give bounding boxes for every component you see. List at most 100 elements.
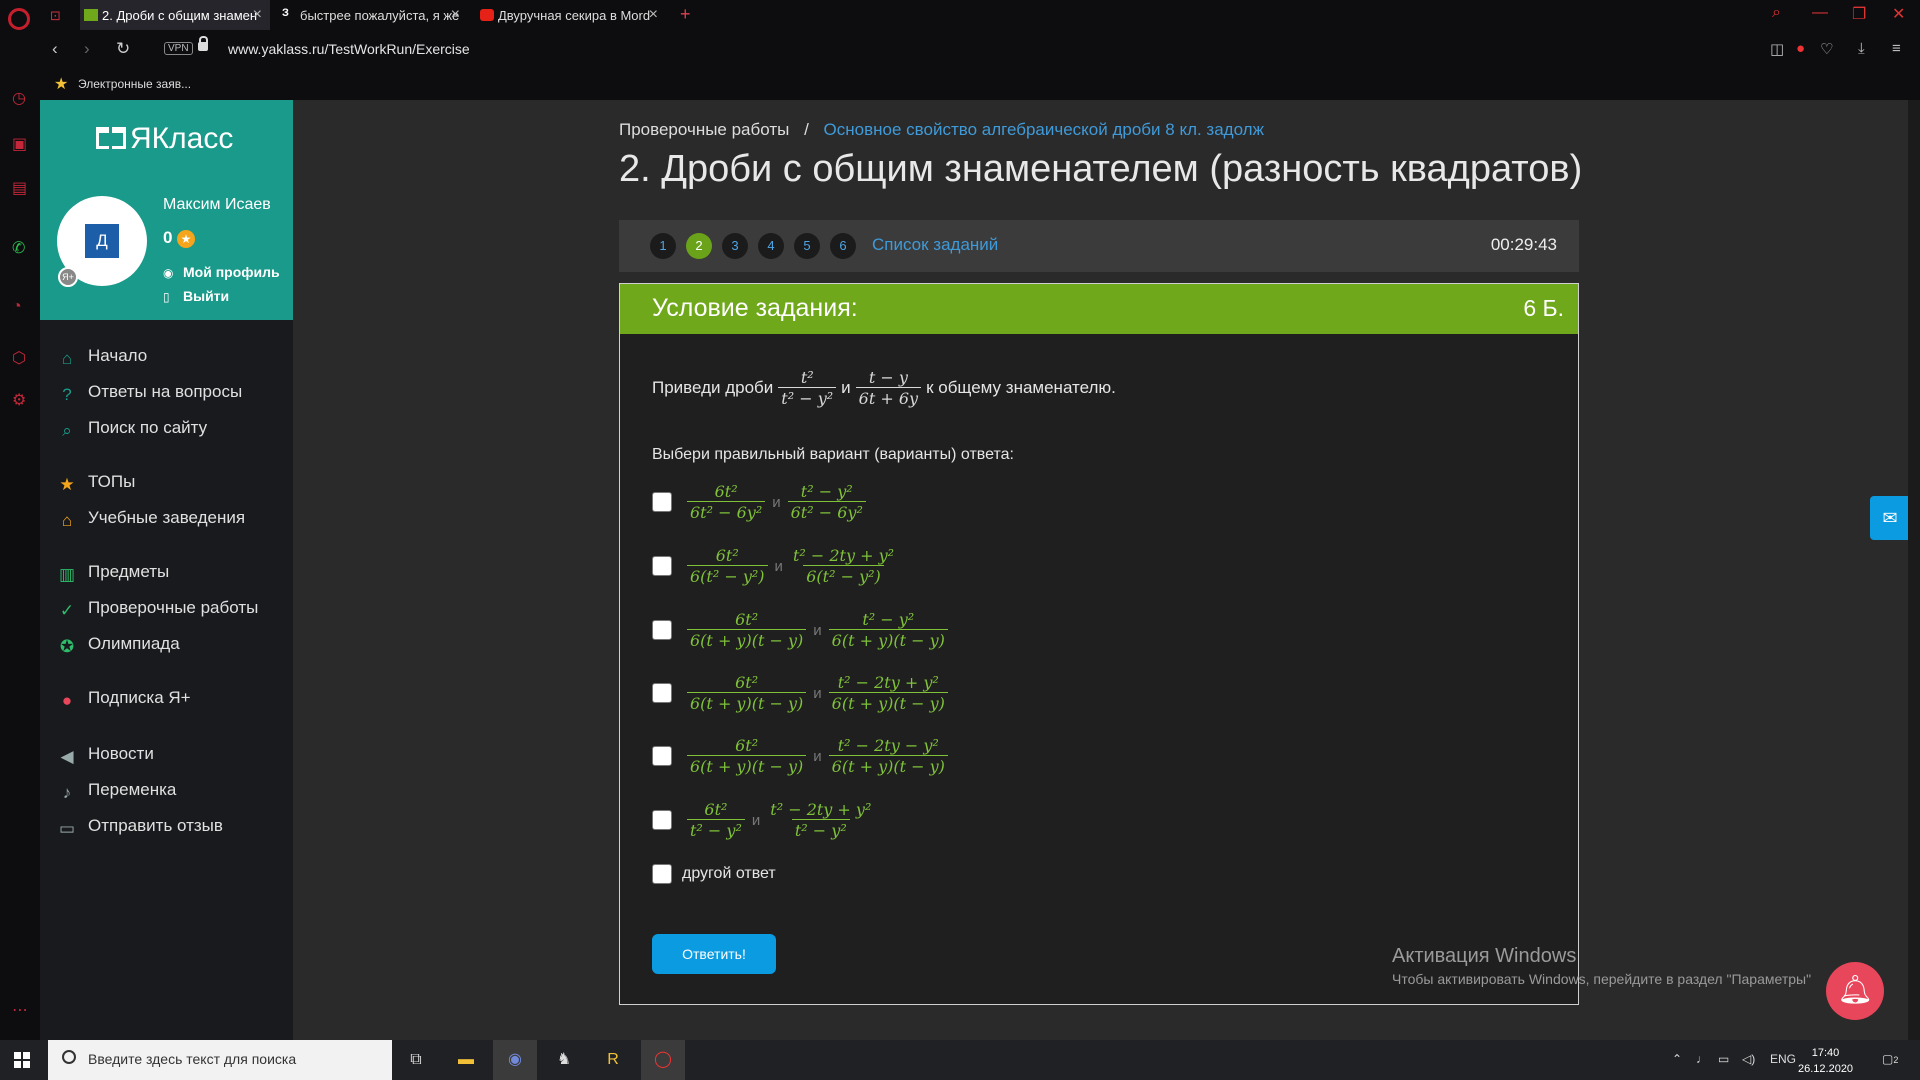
twitch-icon[interactable]: ▤ [12, 178, 27, 198]
language-indicator[interactable]: ENG [1770, 1052, 1796, 1066]
discord-icon[interactable]: ◉ [493, 1040, 537, 1080]
shield-icon[interactable]: ● [1796, 40, 1805, 57]
windows-start-icon[interactable] [14, 1052, 30, 1068]
question-number-6[interactable]: 6 [830, 233, 856, 259]
submit-answer-button[interactable]: Ответить! [652, 934, 776, 974]
opera-logo-icon[interactable] [8, 8, 30, 30]
my-profile-link[interactable]: ◉ Мой профиль [163, 264, 280, 280]
answer-option-other[interactable]: другой ответ [652, 864, 776, 884]
school-icon: ⌂ [61, 511, 73, 530]
nav-search[interactable]: ⌕ Поиск по сайту [56, 418, 207, 443]
option-checkbox[interactable] [652, 864, 672, 884]
download-icon[interactable]: ⤓ [1858, 40, 1865, 57]
tab-yaklass[interactable]: 2. Дроби с общим знамен × [80, 0, 270, 30]
nav-subjects[interactable]: ▥ Предметы [56, 562, 169, 587]
tab-znanija[interactable]: З быстрее пожалуйста, я же × [278, 0, 468, 30]
taskbar-search[interactable]: Введите здесь текст для поиска [48, 1040, 392, 1080]
lock-icon[interactable] [198, 36, 208, 51]
history-icon[interactable]: ◔ [12, 298, 22, 316]
extensions-icon[interactable]: ⬡ [12, 348, 26, 368]
snapshot-icon[interactable]: ◫ [1770, 40, 1784, 58]
fraction: 6t² 6(t + y)(t − y) [687, 610, 807, 650]
logout-link[interactable]: ▯ Выйти [163, 288, 229, 304]
nav-answers[interactable]: ? Ответы на вопросы [56, 382, 242, 407]
question-number-1[interactable]: 1 [650, 233, 676, 259]
taskbar: Введите здесь текст для поиска ⧉ ▬ ◉ ♞ R… [0, 1040, 1920, 1080]
more-icon[interactable]: ⋯ [12, 1000, 28, 1020]
file-explorer-icon[interactable]: ▬ [444, 1040, 488, 1080]
question-number-5[interactable]: 5 [794, 233, 820, 259]
network-icon[interactable]: ▭ [1718, 1052, 1729, 1066]
answer-option[interactable]: 6t² t² − y² и t² − 2ty + y² t² − y² [652, 800, 879, 840]
nav-news[interactable]: ◀ Новости [56, 744, 153, 769]
answer-option[interactable]: 6t² 6(t² − y²) и t² − 2ty + y² 6(t² − y²) [652, 546, 902, 586]
fraction: t² − 2ty − y² 6(t + y)(t − y) [828, 736, 948, 776]
bookmark-item[interactable]: Электронные заяв... [78, 77, 191, 91]
microphone-icon[interactable]: ♩ [1696, 1052, 1708, 1066]
question-number-3[interactable]: 3 [722, 233, 748, 259]
tab-youtube[interactable]: Двуручная секира в Mord × [476, 0, 666, 30]
tab-menu-icon[interactable]: ⊡ [50, 8, 61, 24]
close-icon[interactable]: × [451, 6, 460, 24]
volume-icon[interactable]: ◁) [1742, 1052, 1755, 1066]
reload-icon[interactable]: ↻ [116, 39, 130, 59]
heart-icon[interactable]: ♡ [1820, 40, 1833, 58]
nav-home[interactable]: ⌂ Начало [56, 346, 147, 371]
back-icon[interactable]: ‹ [52, 39, 58, 59]
option-checkbox[interactable] [652, 746, 672, 767]
nav-tests[interactable]: ✓ Проверочные работы [56, 598, 258, 623]
question-number-2[interactable]: 2 [686, 233, 712, 259]
whatsapp-icon[interactable]: ✆ [12, 238, 25, 258]
settings-icon[interactable]: ⚙ [12, 390, 26, 410]
nav-break[interactable]: ♪ Переменка [56, 780, 177, 805]
restore-icon[interactable]: ❐ [1852, 4, 1866, 24]
nav-olympiad[interactable]: ✪ Олимпиада [56, 634, 180, 659]
nav-feedback[interactable]: ▭ Отправить отзыв [56, 816, 223, 841]
vpn-badge[interactable]: VPN [164, 42, 193, 55]
option-checkbox[interactable] [652, 810, 672, 831]
option-checkbox[interactable] [652, 556, 672, 577]
minimize-icon[interactable]: — [1812, 4, 1828, 22]
clock[interactable]: 17:40 26.12.2020 [1798, 1045, 1853, 1077]
speed-dial-icon[interactable]: ◷ [12, 88, 26, 108]
notification-bell-icon[interactable]: 🔔︎ [1826, 962, 1884, 1020]
fraction: 6t² 6(t + y)(t − y) [687, 736, 807, 776]
task-view-icon[interactable]: ⧉ [394, 1040, 438, 1080]
notification-center-icon[interactable]: ▢2 [1882, 1052, 1898, 1066]
opera-taskbar-icon[interactable]: ◯ [641, 1040, 685, 1080]
option-checkbox[interactable] [652, 683, 672, 704]
close-icon[interactable]: × [649, 6, 658, 24]
forward-icon[interactable]: › [84, 39, 90, 59]
answer-option[interactable]: 6t² 6(t + y)(t − y) и t² − 2ty + y² 6(t + … [652, 673, 953, 713]
new-tab-icon[interactable]: + [680, 4, 691, 25]
url-field[interactable]: www.yaklass.ru/TestWorkRun/Exercise [228, 41, 470, 57]
scrollbar[interactable] [1908, 100, 1920, 1040]
close-icon[interactable]: × [253, 6, 262, 24]
messenger-icon[interactable]: ▣ [12, 134, 27, 154]
answer-option[interactable]: 6t² 6(t + y)(t − y) и t² − y² 6(t + y)(t −… [652, 610, 953, 650]
mail-icon[interactable]: ✉ [1870, 496, 1910, 540]
answer-option[interactable]: 6t² 6t² − 6y² и t² − y² 6t² − 6y² [652, 482, 871, 522]
nav-subscription[interactable]: ● Подписка Я+ [56, 688, 191, 713]
question-number-4[interactable]: 4 [758, 233, 784, 259]
breadcrumb-current[interactable]: Основное свойство алгебраической дроби 8… [824, 120, 1264, 139]
windows-activation-watermark: Активация Windows Чтобы активировать Win… [1392, 945, 1812, 987]
game-app-icon[interactable]: ♞ [542, 1040, 586, 1080]
timer: 00:29:43 [1490, 235, 1557, 254]
task-list-link[interactable]: Список заданий [872, 235, 998, 255]
medal-icon: ✪ [59, 637, 75, 656]
search-tabs-icon[interactable]: ⌕ [1772, 4, 1781, 22]
site-logo[interactable]: ЯКласс [96, 122, 233, 156]
breadcrumb: Проверочные работы / Основное свойство а… [619, 120, 1264, 140]
option-checkbox[interactable] [652, 620, 672, 641]
answer-option[interactable]: 6t² 6(t + y)(t − y) и t² − 2ty − y² 6(t + … [652, 736, 953, 776]
close-window-icon[interactable]: ✕ [1892, 4, 1905, 24]
option-checkbox[interactable] [652, 492, 672, 513]
nav-schools[interactable]: ⌂ Учебные заведения [56, 508, 245, 533]
menu-icon[interactable]: ≡ [1892, 40, 1901, 57]
r-app-icon[interactable]: R [591, 1040, 635, 1080]
tray-expand-icon[interactable]: ⌃ [1672, 1052, 1682, 1066]
breadcrumb-root[interactable]: Проверочные работы [619, 120, 789, 139]
subscription-icon: ● [61, 691, 73, 710]
nav-tops[interactable]: ★ ТОПы [56, 472, 135, 497]
